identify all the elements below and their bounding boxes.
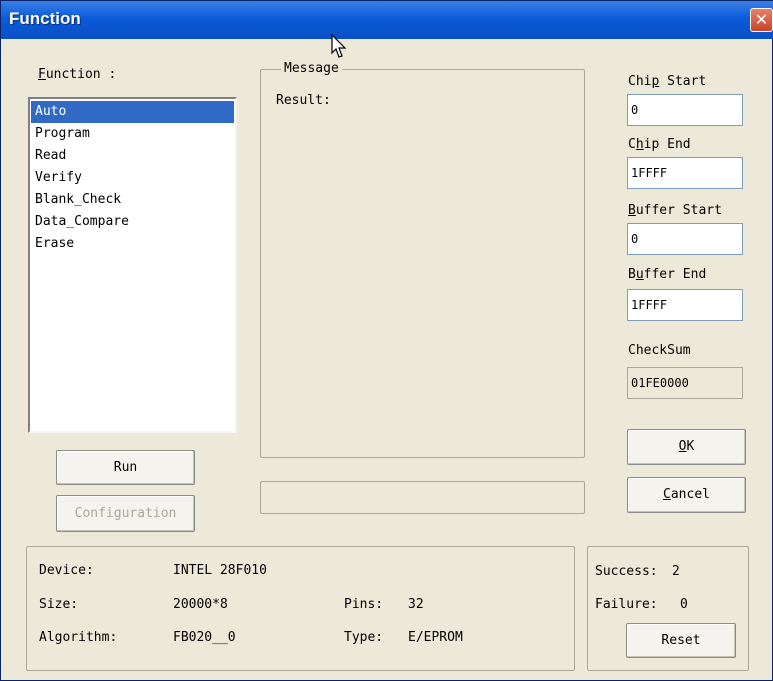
configuration-button[interactable]: Configuration	[56, 495, 195, 532]
size-label: Size:	[39, 597, 79, 612]
function-label-hotkey: F	[38, 67, 46, 82]
function-item-erase[interactable]: Erase	[31, 233, 234, 255]
function-item-data-compare[interactable]: Data_Compare	[31, 211, 234, 233]
window-title: Function	[9, 9, 81, 28]
checksum-field: 01FE0000	[627, 367, 743, 399]
cancel-button[interactable]: Cancel	[627, 477, 746, 513]
failure-label: Failure:	[595, 597, 658, 612]
success-count: 2	[672, 564, 680, 579]
function-listbox[interactable]: Auto Program Read Verify Blank_Check Dat…	[28, 97, 237, 433]
progress-bar	[260, 481, 585, 514]
function-label-rest: unction :	[45, 67, 117, 82]
function-item-program[interactable]: Program	[31, 123, 234, 145]
mouse-pointer-icon	[331, 34, 347, 58]
chip-end-input[interactable]: 1FFFF	[627, 157, 743, 189]
message-group	[260, 69, 585, 458]
algorithm-value: FB020__0	[173, 630, 236, 645]
failure-count: 0	[680, 597, 688, 612]
run-button[interactable]: Run	[56, 450, 195, 485]
function-list-label: Function :	[38, 67, 116, 82]
result-label: Result:	[276, 93, 331, 108]
device-value: INTEL 28F010	[173, 563, 267, 578]
buffer-end-input[interactable]: 1FFFF	[627, 289, 743, 321]
buffer-end-label: Buffer End	[628, 267, 707, 282]
function-item-blank-check[interactable]: Blank_Check	[31, 189, 234, 211]
close-icon[interactable]: ✕	[750, 8, 773, 32]
ok-button[interactable]: OK	[627, 429, 746, 465]
device-info-group	[26, 546, 575, 671]
title-bar[interactable]: Function ✕	[1, 1, 773, 39]
type-value: E/EPROM	[408, 630, 463, 645]
pins-value: 32	[408, 597, 424, 612]
function-item-read[interactable]: Read	[31, 145, 234, 167]
device-label: Device:	[39, 563, 94, 578]
checksum-label: CheckSum	[628, 343, 691, 358]
success-label: Success:	[595, 564, 658, 579]
type-label: Type:	[344, 630, 384, 645]
reset-button[interactable]: Reset	[626, 623, 736, 658]
pins-label: Pins:	[344, 597, 384, 612]
buffer-start-label: Buffer Start	[628, 203, 722, 218]
buffer-start-input[interactable]: 0	[627, 223, 743, 255]
function-dialog: Function ✕ Function : Auto Program Read …	[0, 0, 773, 681]
function-item-auto[interactable]: Auto	[31, 101, 234, 123]
chip-start-label: Chip Start	[628, 74, 707, 89]
algorithm-label: Algorithm:	[39, 630, 118, 645]
chip-start-input[interactable]: 0	[627, 94, 743, 126]
message-legend: Message	[281, 61, 342, 76]
chip-end-label: Chip End	[628, 137, 691, 152]
size-value: 20000*8	[173, 597, 228, 612]
function-item-verify[interactable]: Verify	[31, 167, 234, 189]
